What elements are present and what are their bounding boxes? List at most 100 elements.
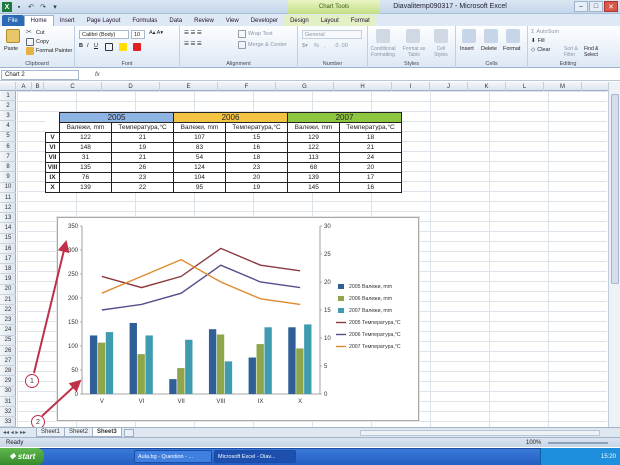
column-header-j[interactable]: J [430, 82, 468, 91]
bold-button[interactable]: B [79, 43, 83, 49]
table-cell[interactable]: 21 [111, 152, 174, 163]
clear-button[interactable]: ◇ Clear [531, 47, 550, 53]
table-cell[interactable]: 24 [339, 152, 402, 163]
tab-developer[interactable]: Developer [245, 15, 284, 26]
row-header[interactable]: 14 [0, 224, 16, 234]
tab-insert[interactable]: Insert [54, 15, 81, 26]
table-cell[interactable]: 76 [59, 172, 112, 183]
combo-chart[interactable]: 0 50 100 150 200 250 300 350 0 5 10 15 20 25 30 V VI VII V… [58, 218, 420, 422]
row-header[interactable]: 1 [0, 91, 16, 101]
font-color-icon[interactable] [133, 43, 141, 51]
table-cell[interactable]: 83 [173, 142, 226, 153]
column-header-i[interactable]: I [392, 82, 430, 91]
cut-button[interactable]: ✂ Cut [26, 29, 45, 37]
month-label[interactable]: V [45, 132, 60, 143]
column-header-b[interactable]: B [32, 82, 44, 91]
taskbar-item-excel[interactable]: Microsoft Excel - Diav... [214, 450, 296, 463]
table-cell[interactable]: 113 [287, 152, 340, 163]
column-label[interactable]: Температура,°C [339, 122, 402, 133]
sheet-tab-1[interactable]: Sheet1 [36, 428, 66, 437]
table-cell[interactable]: 20 [339, 162, 402, 173]
table-cell[interactable]: 17 [339, 172, 402, 183]
table-cell[interactable]: 22 [111, 182, 174, 193]
column-header-h[interactable]: H [334, 82, 392, 91]
close-button[interactable]: ✕ [604, 1, 618, 12]
sheet-tab-3[interactable]: Sheet3 [92, 428, 122, 437]
row-header[interactable]: 32 [0, 407, 16, 418]
font-size-select[interactable]: 10 [131, 30, 145, 39]
tab-page-layout[interactable]: Page Layout [81, 15, 127, 26]
year-header[interactable]: 2007 [287, 112, 402, 123]
fx-label[interactable]: fx [95, 70, 107, 80]
table-cell[interactable]: 20 [225, 172, 288, 183]
row-header[interactable]: 16 [0, 244, 16, 254]
row-header[interactable]: 25 [0, 336, 16, 346]
table-cell[interactable]: 18 [225, 152, 288, 163]
table-cell[interactable]: 16 [339, 182, 402, 193]
table-cell[interactable]: 135 [59, 162, 112, 173]
tab-file[interactable]: File [2, 15, 24, 26]
table-cell[interactable]: 21 [111, 132, 174, 143]
row-header[interactable]: 24 [0, 326, 16, 336]
table-cell[interactable]: 23 [225, 162, 288, 173]
borders-icon[interactable] [105, 43, 113, 51]
tab-data[interactable]: Data [163, 15, 188, 26]
merge-center-button[interactable]: Merge & Center [238, 41, 287, 49]
column-label[interactable]: Валежи, mm [173, 122, 226, 133]
save-icon[interactable]: ▪ [14, 2, 24, 12]
column-label[interactable]: Температура,°C [111, 122, 174, 133]
table-cell[interactable]: 16 [225, 142, 288, 153]
table-cell[interactable]: 26 [111, 162, 174, 173]
chart-area[interactable]: 0 50 100 150 200 250 300 350 0 5 10 15 20 25 30 V VI VII V… [57, 217, 419, 421]
table-cell[interactable]: 23 [111, 172, 174, 183]
decimal-icon[interactable]: .0 .00 [334, 43, 348, 49]
tab-design[interactable]: Design [284, 15, 315, 26]
table-cell[interactable]: 68 [287, 162, 340, 173]
column-header-a[interactable]: A [16, 82, 32, 91]
row-header[interactable]: 20 [0, 285, 16, 295]
row-header[interactable]: 2 [0, 101, 16, 112]
column-header-c[interactable]: C [44, 82, 102, 91]
row-header[interactable]: 27 [0, 356, 16, 367]
paste-button[interactable]: Paste [4, 46, 18, 52]
conditional-formatting-button[interactable]: Conditional Formatting [368, 46, 398, 58]
zoom-slider[interactable] [548, 442, 608, 444]
table-cell[interactable]: 19 [225, 182, 288, 193]
redo-icon[interactable]: ↷ [38, 2, 48, 12]
taskbar-item-browser[interactable]: Aula.bg - Question - ... [134, 450, 212, 463]
format-painter-button[interactable]: Format Painter [26, 47, 72, 55]
maximize-button[interactable]: □ [589, 1, 603, 12]
row-header[interactable]: 7 [0, 152, 16, 163]
tab-review[interactable]: Review [188, 15, 220, 26]
month-label[interactable]: VII [45, 152, 60, 163]
align-left-icon[interactable]: ☰ ☰ ☰ [184, 41, 202, 47]
chevron-down-icon[interactable]: ▾ [50, 2, 60, 12]
row-header[interactable]: 12 [0, 203, 16, 214]
horizontal-scrollbar[interactable] [360, 430, 600, 436]
insert-cells-button[interactable]: Insert [460, 46, 474, 52]
insert-sheet-icon[interactable] [124, 429, 134, 437]
column-label[interactable]: Валежи, mm [59, 122, 112, 133]
fill-button[interactable]: ⬇ Fill [531, 38, 545, 44]
column-label[interactable]: Валежи, mm [287, 122, 340, 133]
row-header[interactable]: 10 [0, 183, 16, 193]
year-header[interactable]: 2006 [173, 112, 288, 123]
italic-button[interactable]: I [87, 43, 89, 49]
row-header[interactable]: 31 [0, 397, 16, 407]
font-name-select[interactable]: Calibri (Body) [79, 30, 129, 39]
column-header-f[interactable]: F [218, 82, 276, 91]
row-header[interactable]: 33 [0, 417, 16, 428]
tab-home[interactable]: Home [23, 15, 54, 26]
column-header-d[interactable]: D [102, 82, 160, 91]
table-cell[interactable]: 148 [59, 142, 112, 153]
year-header[interactable]: 2005 [59, 112, 174, 123]
undo-icon[interactable]: ↶ [26, 2, 36, 12]
sheet-tab-2[interactable]: Sheet2 [64, 428, 94, 437]
tab-formulas[interactable]: Formulas [126, 15, 163, 26]
copy-button[interactable]: Copy [26, 38, 49, 46]
table-cell[interactable]: 18 [339, 132, 402, 143]
column-header-k[interactable]: K [468, 82, 506, 91]
table-cell[interactable]: 129 [287, 132, 340, 143]
select-all-corner[interactable] [0, 82, 16, 91]
sort-filter-button[interactable]: Sort & Filter [564, 46, 584, 58]
